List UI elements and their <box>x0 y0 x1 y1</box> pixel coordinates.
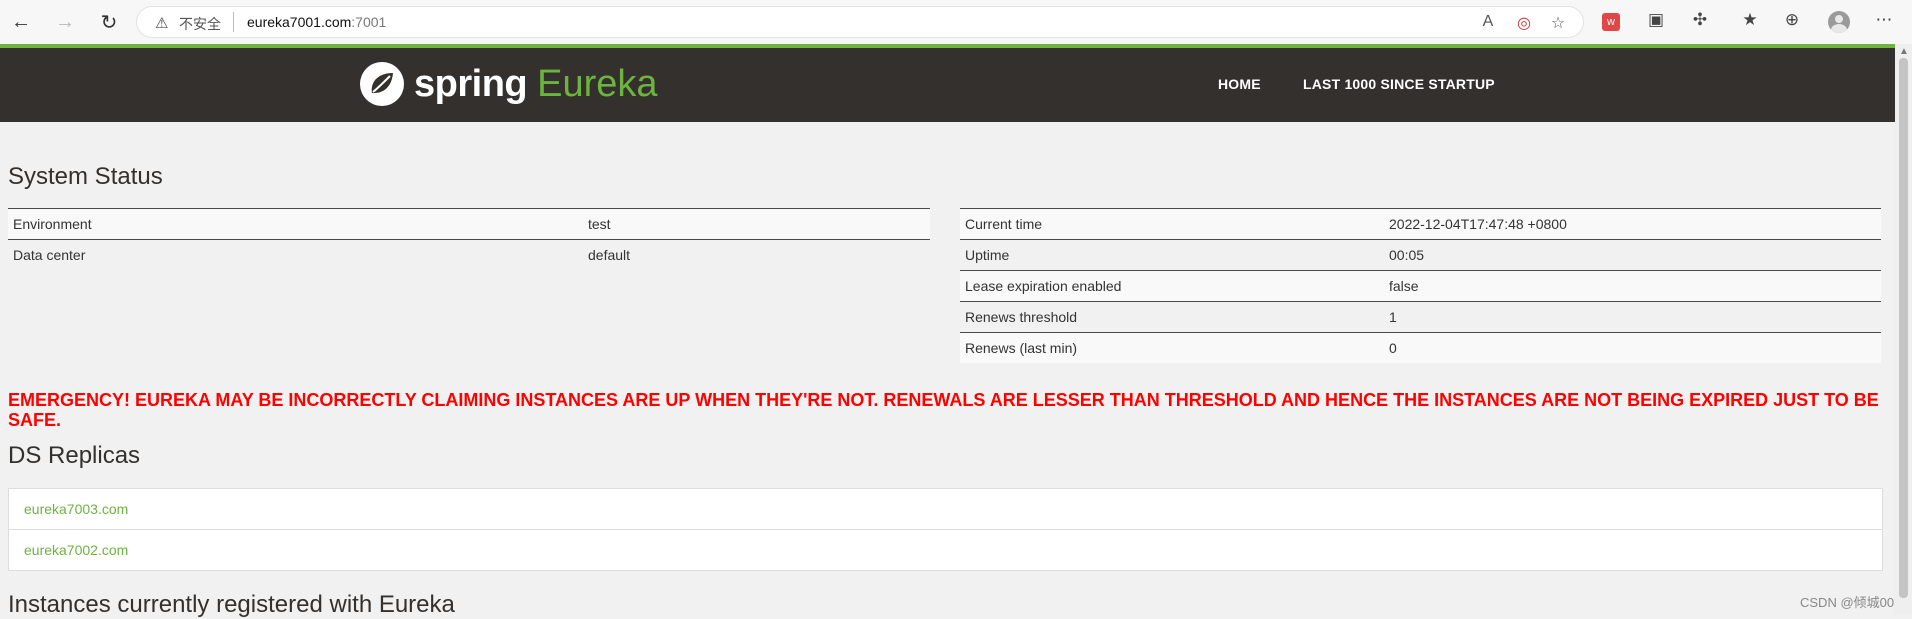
spring-leaf-icon <box>360 62 404 106</box>
table-row: Lease expiration enabled false <box>960 270 1881 302</box>
browser-toolbar: ← → ↻ ⚠ 不安全 eureka7001.com:7001 A ◎ ☆ ᴡ … <box>0 0 1912 45</box>
menu-icon[interactable]: ⋯ <box>1872 10 1896 34</box>
system-status-left-table: Environment test Data center default <box>8 208 930 270</box>
url-port: :7001 <box>351 14 387 30</box>
table-row: Renews threshold 1 <box>960 301 1881 333</box>
status-value: 00:05 <box>1384 239 1881 271</box>
list-item: eureka7002.com <box>9 530 1882 570</box>
collections-icon[interactable]: ▣ <box>1644 10 1668 34</box>
add-collection-icon[interactable]: ⊕ <box>1780 10 1804 34</box>
status-label: Data center <box>8 239 583 270</box>
status-label: Environment <box>8 208 583 240</box>
status-label: Renews (last min) <box>960 332 1384 363</box>
table-row: Current time 2022-12-04T17:47:48 +0800 <box>960 208 1881 240</box>
reload-button[interactable]: ↻ <box>96 9 122 35</box>
url-host: eureka7001.com <box>247 14 352 30</box>
profile-avatar[interactable] <box>1828 11 1850 33</box>
status-label: Current time <box>960 208 1384 240</box>
extension-red-icon[interactable]: ᴡ <box>1602 13 1620 31</box>
replica-link-eureka7003[interactable]: eureka7003.com <box>24 501 128 517</box>
status-value: 1 <box>1384 301 1881 333</box>
watermark-text: CSDN @倾城00 <box>1800 595 1895 610</box>
eureka-navbar: spring Eureka HOME LAST 1000 SINCE START… <box>0 48 1895 122</box>
status-value: false <box>1384 270 1881 302</box>
table-row: Renews (last min) 0 <box>960 332 1881 363</box>
emergency-warning: EMERGENCY! EUREKA MAY BE INCORRECTLY CLA… <box>8 390 1879 430</box>
address-divider <box>233 12 234 32</box>
nav-last-1000[interactable]: LAST 1000 SINCE STARTUP <box>1303 76 1495 92</box>
read-aloud-icon[interactable]: A <box>1477 13 1499 35</box>
page-scrollbar[interactable]: ▲ <box>1895 44 1912 615</box>
tracking-prevention-icon[interactable]: ◎ <box>1513 13 1535 35</box>
scroll-up-arrow-icon[interactable]: ▲ <box>1899 46 1909 57</box>
forward-button[interactable]: → <box>52 9 78 35</box>
address-bar[interactable]: ⚠ 不安全 eureka7001.com:7001 A ◎ ☆ <box>136 6 1584 38</box>
add-favorite-icon[interactable]: ☆ <box>1547 13 1569 35</box>
status-label: Renews threshold <box>960 301 1384 333</box>
ds-replicas-list: eureka7003.com eureka7002.com <box>8 488 1883 571</box>
extensions-icon[interactable]: ✣ <box>1688 10 1712 34</box>
url-text[interactable]: eureka7001.com:7001 <box>247 14 386 30</box>
table-row: Uptime 00:05 <box>960 239 1881 271</box>
status-label: Lease expiration enabled <box>960 270 1384 302</box>
forward-arrow-icon: → <box>55 10 75 33</box>
system-status-right-table: Current time 2022-12-04T17:47:48 +0800 U… <box>960 208 1881 363</box>
back-button[interactable]: ← <box>8 9 34 35</box>
logo-eureka-text: Eureka <box>537 62 658 105</box>
spring-eureka-logo[interactable]: spring Eureka <box>360 56 658 112</box>
table-row: Data center default <box>8 239 930 270</box>
warning-icon[interactable]: ⚠ <box>155 14 168 32</box>
favorites-icon[interactable]: ★ <box>1738 10 1762 34</box>
status-value: default <box>583 239 930 270</box>
replica-link-eureka7002[interactable]: eureka7002.com <box>24 542 128 558</box>
insecure-label[interactable]: 不安全 <box>179 14 221 34</box>
status-value: test <box>583 208 930 240</box>
system-status-title: System Status <box>8 163 163 190</box>
status-value: 2022-12-04T17:47:48 +0800 <box>1384 208 1881 240</box>
logo-spring-text: spring <box>414 62 528 105</box>
table-row: Environment test <box>8 208 930 240</box>
nav-home[interactable]: HOME <box>1218 76 1261 92</box>
list-item: eureka7003.com <box>9 489 1882 530</box>
status-value: 0 <box>1384 332 1881 363</box>
status-label: Uptime <box>960 239 1384 271</box>
scroll-thumb[interactable] <box>1899 58 1908 598</box>
back-arrow-icon: ← <box>11 10 31 33</box>
ds-replicas-title: DS Replicas <box>8 442 141 469</box>
reload-icon: ↻ <box>100 11 118 34</box>
